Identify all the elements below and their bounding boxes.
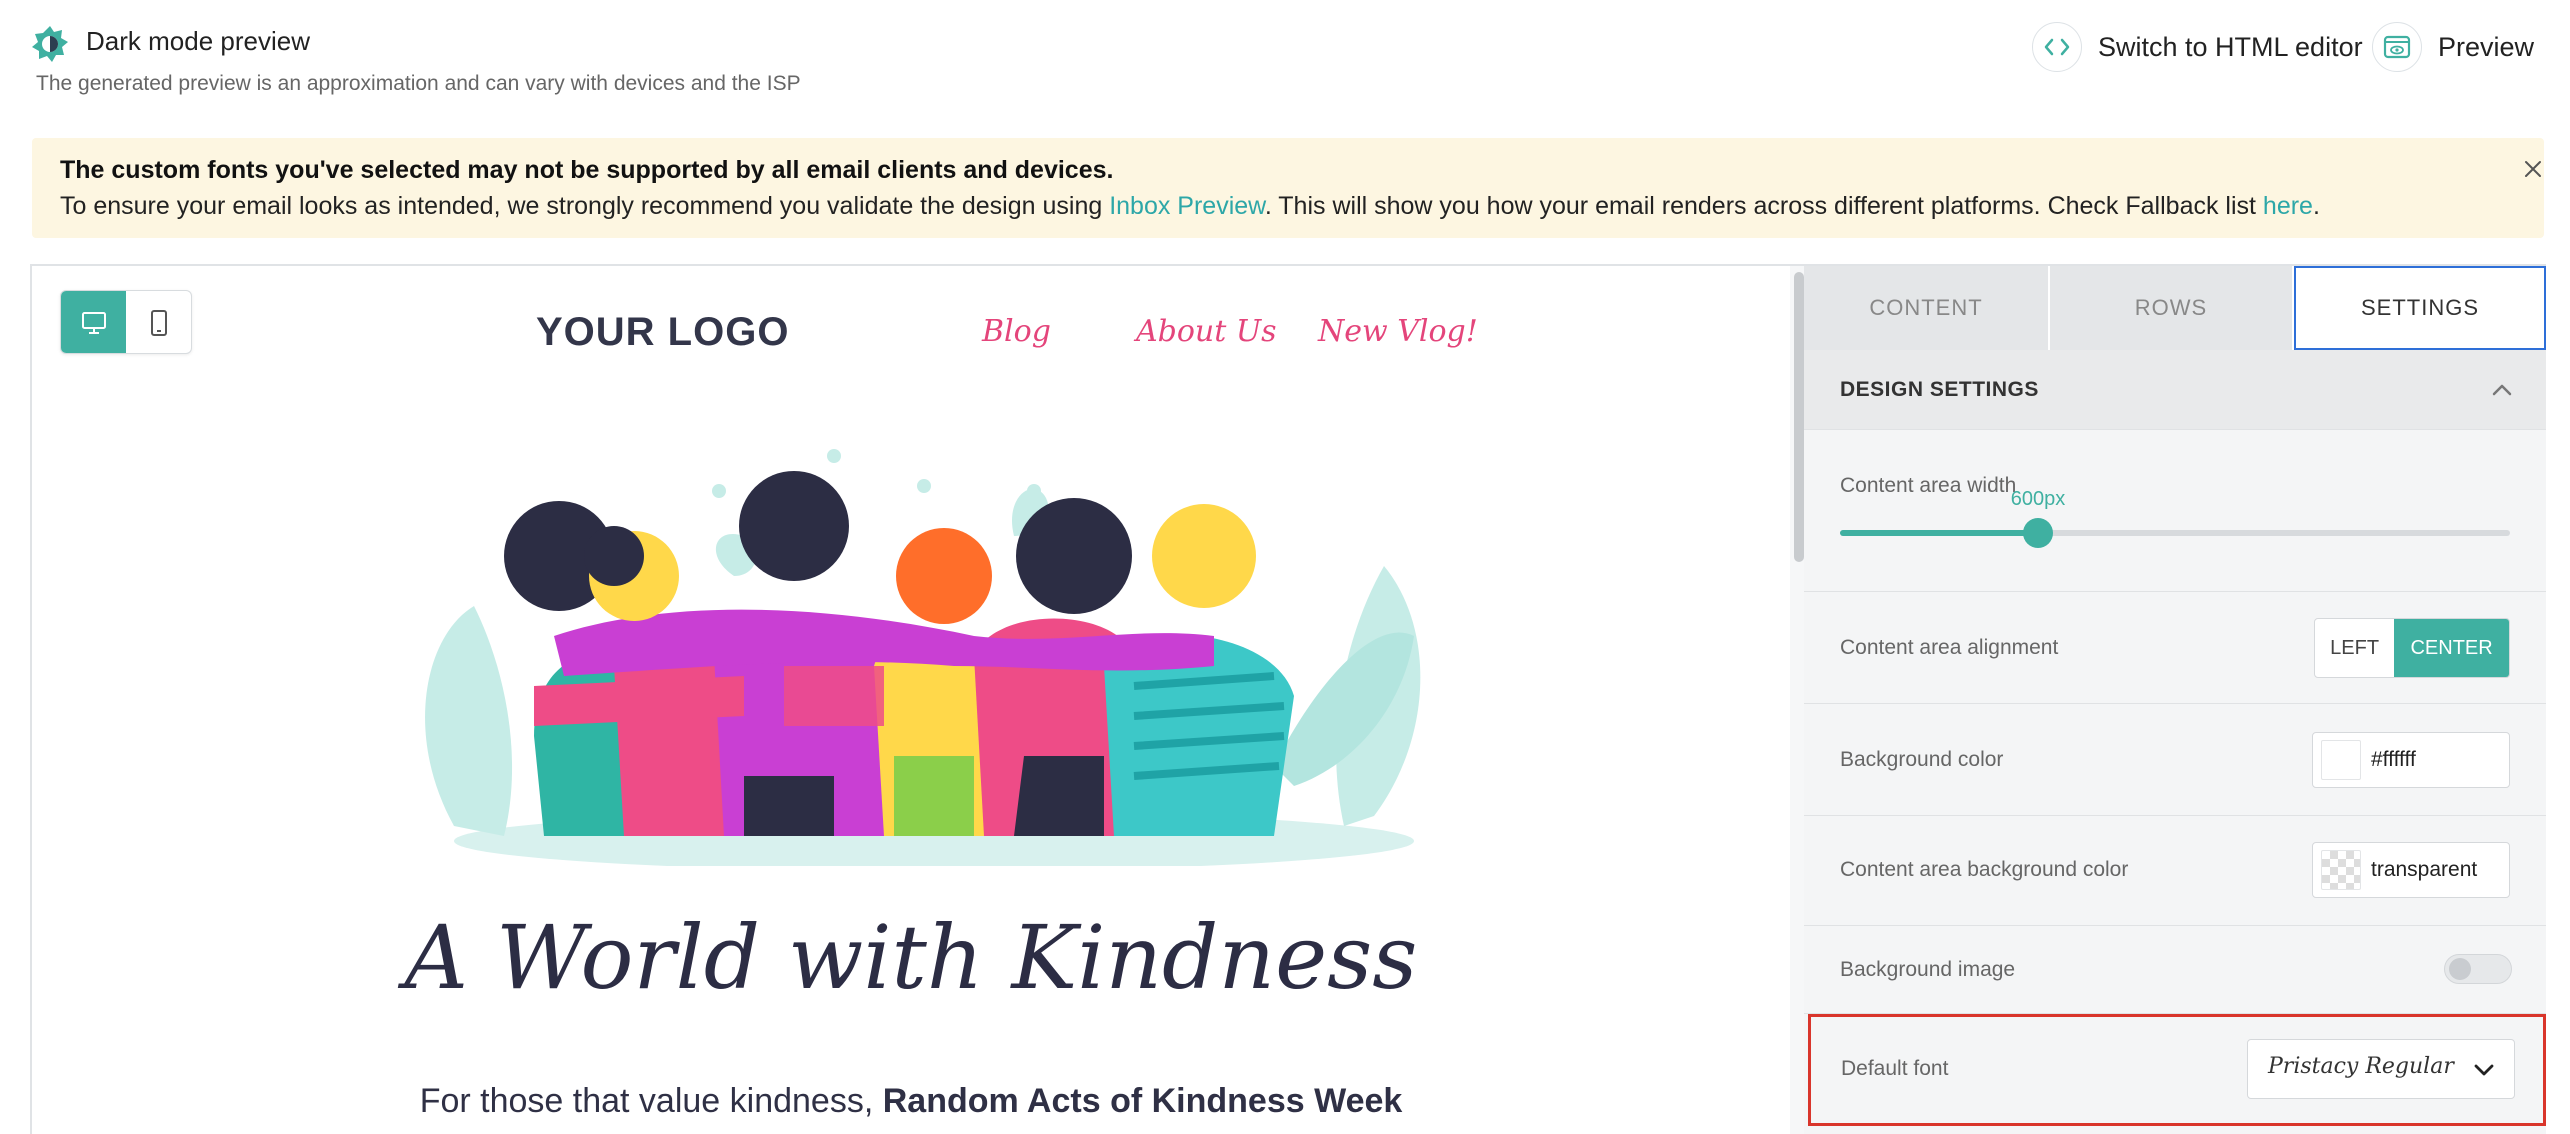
warning-text-a: To ensure your email looks as intended, … xyxy=(60,192,1110,220)
mobile-view-button[interactable] xyxy=(126,291,191,353)
mobile-icon xyxy=(150,310,167,336)
email-subline: For those that value kindness, Random Ac… xyxy=(32,1082,1790,1121)
chevron-up-icon xyxy=(2492,384,2512,396)
content-bg-color-row: Content area background color transparen… xyxy=(1804,816,2546,926)
content-width-value: 600px xyxy=(2010,488,2066,510)
tab-content[interactable]: CONTENT xyxy=(1804,266,2050,350)
dark-mode-icon xyxy=(30,24,70,64)
background-image-toggle[interactable] xyxy=(2444,954,2512,984)
alignment-segmented-control: LEFT CENTER xyxy=(2314,618,2510,678)
default-font-label: Default font xyxy=(1841,1057,1949,1080)
background-color-label: Background color xyxy=(1840,748,2004,771)
canvas-scrollbar-thumb[interactable] xyxy=(1794,272,1804,562)
device-toggle xyxy=(60,290,192,354)
default-font-value: Pristacy Regular xyxy=(2268,1054,2454,1079)
preview-label: Preview xyxy=(2438,31,2535,62)
content-alignment-label: Content area alignment xyxy=(1840,636,2059,659)
dark-mode-title: Dark mode preview xyxy=(86,26,310,56)
page-header: Dark mode preview The generated preview … xyxy=(0,0,2570,130)
warning-title: The custom fonts you've selected may not… xyxy=(60,156,1114,184)
email-headline: A World with Kindness xyxy=(404,906,1418,1009)
email-logo: YOUR LOGO xyxy=(536,310,790,354)
settings-panel: CONTENT ROWS SETTINGS DESIGN SETTINGS Co… xyxy=(1804,264,2546,1134)
content-width-slider-handle[interactable] xyxy=(2023,518,2053,548)
preview-button[interactable]: Preview xyxy=(2372,22,2534,72)
code-icon xyxy=(2032,22,2082,72)
toggle-knob xyxy=(2449,958,2471,980)
switch-to-html-editor-button[interactable]: Switch to HTML editor xyxy=(2032,22,2363,72)
default-font-row: Default font Pristacy Regular xyxy=(1808,1014,2546,1126)
email-preview-canvas: YOUR LOGO Blog About Us New Vlog! A Worl… xyxy=(30,264,1806,1134)
desktop-view-button[interactable] xyxy=(61,291,126,353)
dark-mode-subtitle: The generated preview is an approximatio… xyxy=(36,72,801,95)
preview-icon xyxy=(2372,22,2422,72)
warning-message: To ensure your email looks as intended, … xyxy=(60,192,2320,221)
tab-settings[interactable]: SETTINGS xyxy=(2294,266,2546,350)
content-bg-color-picker[interactable]: transparent xyxy=(2312,842,2510,898)
tab-rows[interactable]: ROWS xyxy=(2050,266,2294,350)
align-center-button[interactable]: CENTER xyxy=(2394,619,2509,677)
background-color-picker[interactable]: #ffffff xyxy=(2312,732,2510,788)
email-nav-new-vlog[interactable]: New Vlog! xyxy=(1318,314,1478,349)
chevron-down-icon xyxy=(2474,1064,2494,1076)
email-subline-bold: Random Acts of Kindness Week xyxy=(882,1082,1403,1120)
background-color-value: #ffffff xyxy=(2371,748,2416,771)
close-icon[interactable] xyxy=(2518,154,2548,184)
content-width-row: Content area width xyxy=(1804,430,2546,592)
desktop-icon xyxy=(81,312,106,334)
switch-to-html-editor-label: Switch to HTML editor xyxy=(2098,31,2363,62)
email-nav-blog[interactable]: Blog xyxy=(982,314,1051,349)
background-color-row: Background color #ffffff xyxy=(1804,704,2546,816)
align-left-button[interactable]: LEFT xyxy=(2315,619,2394,677)
inbox-preview-link[interactable]: Inbox Preview xyxy=(1109,192,1265,220)
friends-hugging-illustration xyxy=(425,449,1421,866)
email-nav-about-us[interactable]: About Us xyxy=(1136,314,1277,349)
background-image-label: Background image xyxy=(1840,958,2016,981)
design-settings-title: DESIGN SETTINGS xyxy=(1840,378,2039,401)
background-image-row: Background image xyxy=(1804,926,2546,1014)
content-width-slider-fill xyxy=(1840,530,2038,536)
custom-font-warning-banner: The custom fonts you've selected may not… xyxy=(32,138,2544,238)
design-settings-header[interactable]: DESIGN SETTINGS xyxy=(1804,350,2546,430)
transparent-swatch xyxy=(2321,850,2361,890)
fallback-list-link[interactable]: here xyxy=(2263,192,2313,220)
warning-text-b: . This will show you how your email rend… xyxy=(1264,192,2263,220)
default-font-select[interactable]: Pristacy Regular xyxy=(2247,1039,2515,1099)
content-width-slider[interactable] xyxy=(1840,518,2510,548)
content-width-label: Content area width xyxy=(1840,474,2017,497)
content-bg-color-label: Content area background color xyxy=(1840,858,2129,881)
background-color-swatch xyxy=(2321,740,2361,780)
warning-text-c: . xyxy=(2312,192,2320,220)
email-subline-text: For those that value kindness, xyxy=(419,1082,883,1120)
panel-tabs: CONTENT ROWS SETTINGS xyxy=(1804,266,2546,350)
content-bg-color-value: transparent xyxy=(2371,858,2478,881)
content-alignment-row: Content area alignment LEFT CENTER xyxy=(1804,592,2546,704)
